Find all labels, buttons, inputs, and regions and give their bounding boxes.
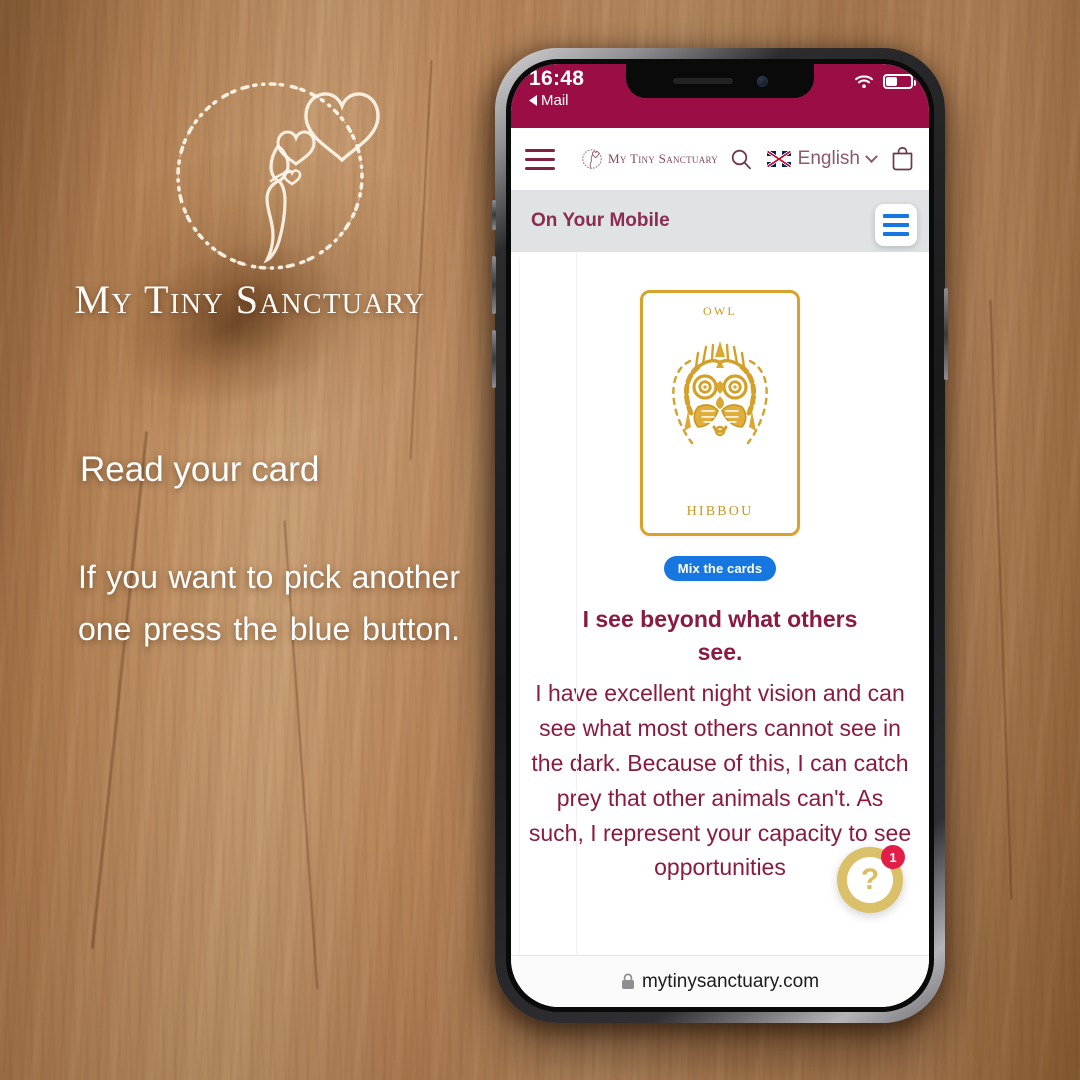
status-time: 16:48 — [529, 67, 585, 90]
wifi-icon — [855, 75, 873, 88]
site-header: My Tiny Sanctuary English — [511, 128, 929, 190]
phone-volume-down-button[interactable] — [492, 330, 496, 388]
phone-notch — [626, 64, 814, 98]
lock-icon — [621, 973, 634, 989]
help-badge-count: 1 — [881, 845, 905, 869]
hamburger-bar-3 — [525, 166, 555, 170]
shopping-bag-icon[interactable] — [890, 146, 915, 172]
url-text: mytinysanctuary.com — [641, 970, 820, 992]
language-label: English — [797, 148, 860, 169]
mix-the-cards-button[interactable]: Mix the cards — [663, 556, 777, 581]
content-divider-outer — [519, 258, 520, 955]
blue-hamburger-icon[interactable] — [875, 204, 917, 246]
brand-name: My Tiny Sanctuary — [74, 277, 426, 322]
phone-screen: 16:48 Mail My Tiny Sanctuary English On … — [511, 64, 929, 1007]
status-bar: 16:48 Mail — [511, 64, 929, 128]
status-bar-left: 16:48 Mail — [529, 67, 584, 109]
front-camera-icon — [756, 75, 768, 87]
phone-bezel: 16:48 Mail My Tiny Sanctuary English On … — [506, 59, 934, 1012]
phone-device: 16:48 Mail My Tiny Sanctuary English On … — [492, 48, 948, 1023]
mix-button-row: Mix the cards — [511, 556, 929, 581]
on-your-mobile-bar: On Your Mobile — [511, 190, 929, 252]
back-to-app-button[interactable]: Mail — [529, 92, 584, 109]
card-top-label: OWL — [703, 304, 737, 318]
brand-logo-icon — [152, 56, 392, 296]
language-selector[interactable]: English — [766, 148, 878, 170]
battery-level — [886, 77, 897, 86]
left-promo-panel: My Tiny Sanctuary Read your card If you … — [0, 0, 500, 1080]
site-header-actions: English — [729, 146, 915, 172]
tarot-card[interactable]: OWL HIBBOU — [640, 290, 800, 536]
site-logo-text: My Tiny Sanctuary — [608, 151, 719, 166]
instruction-text: If you want to pick another one press th… — [78, 559, 460, 647]
blue-bar-2 — [883, 223, 909, 227]
search-icon[interactable] — [729, 147, 753, 171]
status-bar-right — [854, 74, 916, 89]
earpiece-speaker-icon — [672, 78, 733, 84]
phone-mute-switch[interactable] — [492, 200, 496, 230]
card-bottom-label: HIBBOU — [686, 504, 754, 519]
blue-bar-1 — [883, 214, 909, 218]
chevron-down-icon — [865, 149, 878, 163]
hamburger-bar-2 — [525, 157, 555, 161]
reading-title: I see beyond what others see. — [582, 606, 858, 666]
tarot-card-area: OWL HIBBOU — [511, 252, 929, 536]
phone-power-button[interactable] — [944, 288, 948, 380]
site-logo[interactable]: My Tiny Sanctuary — [581, 146, 718, 172]
phone-volume-up-button[interactable] — [492, 256, 496, 314]
owl-line-art-icon — [658, 333, 782, 466]
hamburger-menu-icon[interactable] — [525, 148, 555, 170]
content-divider-inner — [576, 252, 577, 955]
card-reading: I see beyond what others see. I have exc… — [511, 603, 919, 885]
uk-flag-icon — [766, 151, 791, 167]
hamburger-bar-1 — [525, 148, 555, 152]
help-widget-button[interactable]: ? 1 — [837, 845, 905, 913]
battery-icon — [883, 74, 916, 89]
browser-url-bar[interactable]: mytinysanctuary.com — [511, 955, 929, 1007]
tiny-sanctuary-emblem-icon — [582, 149, 602, 169]
page-headline: Read your card — [80, 450, 320, 489]
mobile-bar-title: On Your Mobile — [531, 210, 670, 231]
page-content: OWL HIBBOU Mix the cards I see beyond wh… — [511, 252, 929, 955]
triangle-left-icon — [529, 95, 537, 106]
back-to-app-label: Mail — [541, 92, 569, 109]
blue-bar-3 — [883, 232, 909, 236]
